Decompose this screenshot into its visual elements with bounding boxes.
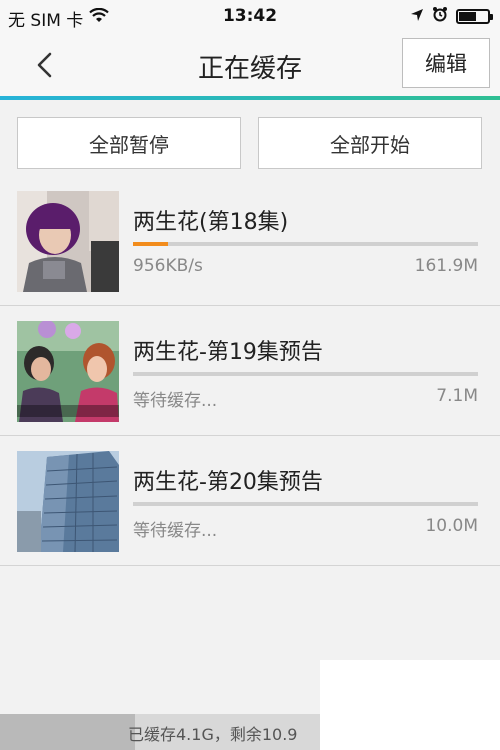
progress-fill	[133, 242, 168, 246]
start-all-button[interactable]: 全部开始	[258, 117, 482, 169]
storage-bar: 已缓存4.1G，剩余10.9	[0, 714, 320, 750]
video-thumbnail	[17, 451, 119, 552]
edit-button[interactable]: 编辑	[402, 38, 490, 88]
download-item[interactable]: 两生花(第18集) 956KB/s 161.9M	[0, 176, 500, 306]
download-progress	[133, 372, 478, 376]
download-title: 两生花-第19集预告	[133, 340, 323, 365]
storage-used-fill	[0, 714, 135, 750]
download-size: 161.9M	[414, 256, 478, 276]
download-progress	[133, 502, 478, 506]
download-item[interactable]: 两生花-第20集预告 等待缓存... 10.0M	[0, 436, 500, 566]
download-size: 7.1M	[436, 386, 478, 406]
video-thumbnail	[17, 321, 119, 422]
download-size: 10.0M	[425, 516, 478, 536]
pause-all-button[interactable]: 全部暂停	[17, 117, 241, 169]
alarm-icon	[432, 6, 448, 27]
location-arrow-icon	[410, 7, 424, 27]
video-thumbnail	[17, 191, 119, 292]
action-bar: 全部暂停 全部开始	[0, 100, 500, 180]
download-status: 等待缓存...	[133, 521, 218, 541]
download-status: 956KB/s	[133, 256, 203, 276]
status-right	[410, 6, 493, 27]
download-list: 两生花(第18集) 956KB/s 161.9M 两生花-第19集预告 等待缓存…	[0, 176, 500, 566]
download-title: 两生花-第20集预告	[133, 470, 323, 495]
battery-icon	[456, 9, 493, 24]
nav-bar: 正在缓存 编辑	[0, 34, 500, 96]
download-title: 两生花(第18集)	[133, 210, 289, 235]
download-progress	[133, 242, 478, 246]
storage-text: 已缓存4.1G，剩余10.9	[128, 725, 298, 744]
download-item[interactable]: 两生花-第19集预告 等待缓存... 7.1M	[0, 306, 500, 436]
blank-area	[320, 660, 500, 750]
status-bar: 无 SIM 卡 13:42	[0, 0, 500, 34]
download-status: 等待缓存...	[133, 391, 218, 411]
